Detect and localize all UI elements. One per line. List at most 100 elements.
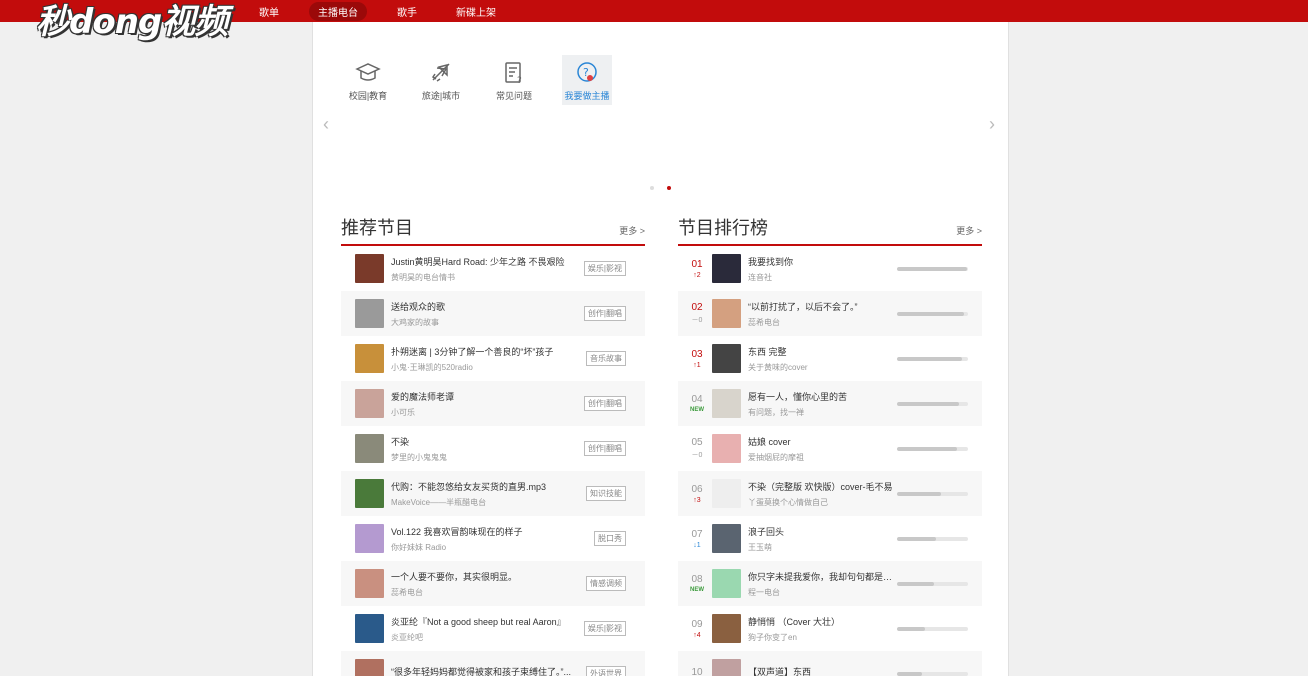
program-thumbnail[interactable] <box>355 389 384 418</box>
popularity-bar <box>897 312 968 316</box>
program-thumbnail[interactable] <box>355 299 384 328</box>
program-thumbnail[interactable] <box>712 569 741 598</box>
more-link[interactable]: 更多 > <box>619 224 645 237</box>
program-title[interactable]: 东西 完整 <box>748 345 898 358</box>
rank-indicator: 05 －0 <box>682 437 712 460</box>
program-thumbnail[interactable] <box>712 524 741 553</box>
program-row[interactable]: Justin黄明昊Hard Road: 少年之路 不畏艰险 黄明昊的电台情书 娱乐|… <box>341 246 645 291</box>
ranking-row[interactable]: 01 ↑2 我要找到你 连音社 <box>678 246 982 291</box>
program-title[interactable]: 爱的魔法师老谭 <box>391 390 571 403</box>
program-source[interactable]: 关于黄味的cover <box>748 362 982 373</box>
nav-playlists[interactable]: 歌单 <box>250 2 288 21</box>
program-source[interactable]: 连音社 <box>748 272 982 283</box>
program-title[interactable]: 【双声道】东西 <box>748 665 898 676</box>
program-thumbnail[interactable] <box>712 344 741 373</box>
program-row[interactable]: “很多年轻妈妈都觉得被家和孩子束缚住了。”... 外语世界 <box>341 651 645 676</box>
program-category-tag[interactable]: 创作|翻唱 <box>583 396 626 411</box>
program-row[interactable]: Vol.122 我喜欢冒韵味现在的样子 你好妹妹 Radio 脱口秀 <box>341 516 645 561</box>
program-title[interactable]: Justin黄明昊Hard Road: 少年之路 不畏艰险 <box>391 255 571 268</box>
category-campus-education[interactable]: 校园|教育 <box>343 55 393 105</box>
category-travel-city[interactable]: 旅途|城市 <box>416 55 466 105</box>
program-row[interactable]: 送给观众的歌 大鸡家的故事 创作|翻唱 <box>341 291 645 336</box>
program-row[interactable]: 一个人要不要你，其实很明显。 蕊希电台 情感调频 <box>341 561 645 606</box>
program-title[interactable]: 我要找到你 <box>748 255 898 268</box>
program-row[interactable]: 代购：不能忽悠给女友买货的直男.mp3 MakeVoice——半瓶醋电台 知识技能 <box>341 471 645 516</box>
program-title[interactable]: 炎亚纶『Not a good sheep but real Aaron』 <box>391 615 571 628</box>
program-category-tag[interactable]: 创作|翻唱 <box>583 441 626 456</box>
program-title[interactable]: “很多年轻妈妈都觉得被家和孩子束缚住了。”... <box>391 665 571 676</box>
ranking-row[interactable]: 02 －0 “以前打扰了，以后不会了。” 蕊希电台 <box>678 291 982 336</box>
program-category-tag[interactable]: 音乐故事 <box>586 351 626 366</box>
program-source[interactable]: 有问题，找一禅 <box>748 407 982 418</box>
program-title[interactable]: 你只字未提我爱你，我却句句都是我... <box>748 570 898 583</box>
program-thumbnail[interactable] <box>355 479 384 508</box>
ranking-row[interactable]: 06 ↑3 不染（完整版 欢快版）cover-毛不易 丫蛋莫换个心情做自己 <box>678 471 982 516</box>
program-category-tag[interactable]: 情感调频 <box>586 576 626 591</box>
program-category-tag[interactable]: 外语世界 <box>586 666 626 676</box>
program-row[interactable]: 扑朔迷离 | 3分钟了解一个善良的“坏”孩子 小鬼·王琳凯的520radio 音乐故… <box>341 336 645 381</box>
carousel-dot-active[interactable] <box>667 186 671 190</box>
program-category-tag[interactable]: 娱乐|影视 <box>583 621 626 636</box>
program-source[interactable]: 王玉萌 <box>748 542 982 553</box>
program-thumbnail[interactable] <box>355 254 384 283</box>
program-source[interactable]: 狗子你变了en <box>748 632 982 643</box>
program-source[interactable]: 丫蛋莫换个心情做自己 <box>748 497 982 508</box>
program-category-tag[interactable]: 脱口秀 <box>594 531 626 546</box>
program-title[interactable]: 不染 <box>391 435 571 448</box>
program-title[interactable]: 浪子回头 <box>748 525 898 538</box>
program-title[interactable]: 扑朔迷离 | 3分钟了解一个善良的“坏”孩子 <box>391 345 571 358</box>
program-source[interactable]: 蕊希电台 <box>748 317 982 328</box>
program-title[interactable]: 一个人要不要你，其实很明显。 <box>391 570 571 583</box>
popularity-bar-fill <box>897 492 942 496</box>
program-category-tag[interactable]: 知识技能 <box>586 486 626 501</box>
program-title[interactable]: “以前打扰了，以后不会了。” <box>748 300 898 313</box>
program-thumbnail[interactable] <box>355 569 384 598</box>
program-source[interactable]: 爱抽烟屁的摩祖 <box>748 452 982 463</box>
program-row[interactable]: 炎亚纶『Not a good sheep but real Aaron』 炎亚纶吧… <box>341 606 645 651</box>
program-thumbnail[interactable] <box>355 344 384 373</box>
program-title[interactable]: 代购：不能忽悠给女友买货的直男.mp3 <box>391 480 571 493</box>
nav-singers[interactable]: 歌手 <box>388 2 426 21</box>
program-thumbnail[interactable] <box>712 479 741 508</box>
carousel-next-arrow[interactable]: › <box>989 114 995 135</box>
program-category-tag[interactable]: 娱乐|影视 <box>583 261 626 276</box>
ranking-row[interactable]: 07 ↓1 浪子回头 王玉萌 <box>678 516 982 561</box>
program-thumbnail[interactable] <box>355 614 384 643</box>
ranking-row[interactable]: 09 ↑4 静悄悄 （Cover 大壮） 狗子你变了en <box>678 606 982 651</box>
program-title[interactable]: 静悄悄 （Cover 大壮） <box>748 615 898 628</box>
program-thumbnail[interactable] <box>355 434 384 463</box>
carousel-prev-arrow[interactable]: ‹ <box>323 114 329 135</box>
program-title[interactable]: 愿有一人，懂你心里的苦 <box>748 390 898 403</box>
program-thumbnail[interactable] <box>712 299 741 328</box>
category-become-anchor[interactable]: ? 我要做主播 <box>562 55 612 105</box>
program-source[interactable]: 程一电台 <box>748 587 982 598</box>
program-category-tag[interactable]: 创作|翻唱 <box>583 306 626 321</box>
program-title[interactable]: 姑娘 cover <box>748 435 898 448</box>
nav-new-albums[interactable]: 新碟上架 <box>447 2 505 21</box>
ranking-row[interactable]: 08 NEW 你只字未提我爱你，我却句句都是我... 程一电台 <box>678 561 982 606</box>
ranking-row[interactable]: 04 NEW 愿有一人，懂你心里的苦 有问题，找一禅 <box>678 381 982 426</box>
program-thumbnail[interactable] <box>712 254 741 283</box>
recommended-list: Justin黄明昊Hard Road: 少年之路 不畏艰险 黄明昊的电台情书 娱乐|… <box>341 246 645 676</box>
carousel-dot[interactable] <box>650 186 654 190</box>
program-thumbnail[interactable] <box>712 659 741 676</box>
program-row[interactable]: 不染 梦里的小鬼鬼鬼 创作|翻唱 <box>341 426 645 471</box>
ranking-row[interactable]: 03 ↑1 东西 完整 关于黄味的cover <box>678 336 982 381</box>
ranking-row[interactable]: 05 －0 姑娘 cover 爱抽烟屁的摩祖 <box>678 426 982 471</box>
program-thumbnail[interactable] <box>355 524 384 553</box>
ranking-row[interactable]: 10 【双声道】东西 <box>678 651 982 676</box>
program-title[interactable]: 不染（完整版 欢快版）cover-毛不易 <box>748 480 898 493</box>
program-thumbnail[interactable] <box>712 434 741 463</box>
carousel-dots <box>650 186 684 190</box>
category-faq[interactable]: ? 常见问题 <box>489 55 539 105</box>
nav-anchor-radio[interactable]: 主播电台 <box>309 1 367 21</box>
program-row[interactable]: 爱的魔法师老谭 小可乐 创作|翻唱 <box>341 381 645 426</box>
program-thumbnail[interactable] <box>712 614 741 643</box>
program-thumbnail[interactable] <box>355 659 384 676</box>
more-link[interactable]: 更多 > <box>956 224 982 237</box>
rank-indicator: 10 <box>682 667 712 676</box>
program-title[interactable]: Vol.122 我喜欢冒韵味现在的样子 <box>391 525 571 538</box>
program-title[interactable]: 送给观众的歌 <box>391 300 571 313</box>
rank-change: NEW <box>690 407 704 413</box>
program-thumbnail[interactable] <box>712 389 741 418</box>
